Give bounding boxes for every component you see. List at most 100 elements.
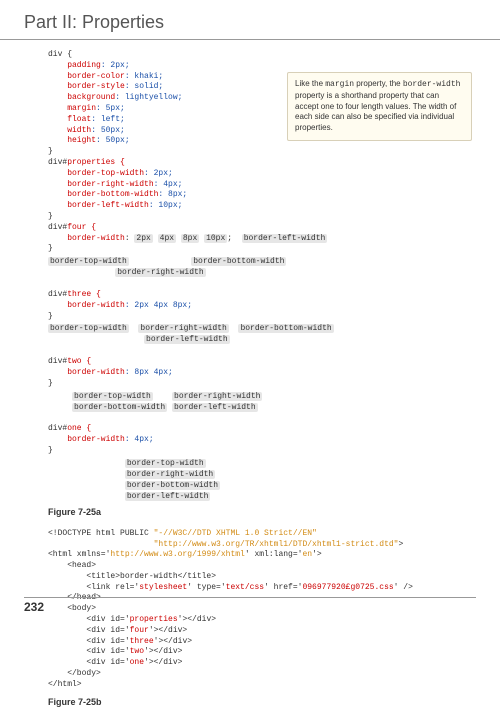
code-line: div# bbox=[48, 223, 67, 232]
code-val: : 2px 4px 8px; bbox=[125, 301, 192, 310]
code-line: ' href=' bbox=[264, 583, 302, 592]
code-line: } bbox=[48, 244, 53, 253]
code-val: : 8px; bbox=[158, 190, 187, 199]
callout-text: property is a shorthand property that ca… bbox=[295, 91, 456, 132]
label-blw: border-left-width bbox=[172, 403, 258, 412]
code-hl: 2px bbox=[134, 234, 152, 243]
figure-caption-a: Figure 7-25a bbox=[48, 507, 476, 517]
code-line: } bbox=[48, 446, 53, 455]
code-line: } bbox=[48, 312, 53, 321]
code-hl: 10px bbox=[204, 234, 227, 243]
code-val: : 50px; bbox=[96, 136, 130, 145]
code-line: <title>border-width</title> bbox=[48, 572, 216, 581]
label-row: border-right-width bbox=[48, 268, 476, 277]
code-attr: text/css bbox=[226, 583, 264, 592]
code-line: <!DOCTYPE html PUBLIC bbox=[48, 529, 154, 538]
code-prop: background bbox=[48, 93, 115, 102]
code-line: <head> bbox=[48, 561, 96, 570]
code-line: </html> bbox=[48, 680, 82, 689]
code-str: "http://www.w3.org/TR/xhtml1/DTD/xhtml1-… bbox=[154, 540, 399, 549]
label-row: border-bottom-width bbox=[48, 481, 476, 490]
label-btw: border-top-width bbox=[48, 257, 129, 266]
page-title: Part II: Properties bbox=[0, 0, 500, 40]
code-line: '></div> bbox=[154, 637, 192, 646]
code-attr: two bbox=[130, 647, 144, 656]
page-number: 232 bbox=[24, 597, 476, 614]
label-btw: border-top-width bbox=[48, 324, 129, 333]
code-hl: 4px bbox=[158, 234, 176, 243]
code-line: } bbox=[48, 379, 53, 388]
code-val: : left; bbox=[91, 115, 125, 124]
code-val: : 4px; bbox=[125, 435, 154, 444]
code-val: : 4px; bbox=[154, 180, 183, 189]
code-prop: border-width bbox=[48, 368, 125, 377]
code-attr: properties bbox=[130, 615, 178, 624]
label-row: border-top-width bbox=[48, 459, 476, 468]
code-prop: border-width bbox=[48, 301, 125, 310]
code-hl: border-left-width bbox=[242, 234, 328, 243]
code-prop: border-left-width bbox=[48, 201, 149, 210]
callout-text: Like the bbox=[295, 79, 325, 88]
code-selector: one { bbox=[67, 424, 91, 433]
code-line: div# bbox=[48, 357, 67, 366]
code-prop: padding bbox=[48, 61, 101, 70]
code-val: : 2px; bbox=[101, 61, 130, 70]
code-line: </body> bbox=[48, 669, 101, 678]
code-prop: border-width bbox=[48, 234, 125, 243]
code-val: : 10px; bbox=[149, 201, 183, 210]
code-val: : lightyellow; bbox=[115, 93, 182, 102]
code-line: <html xmlns=' bbox=[48, 550, 110, 559]
code-attr: three bbox=[130, 637, 154, 646]
code-line: <link rel=' bbox=[48, 583, 139, 592]
code-selector: properties { bbox=[67, 158, 125, 167]
code-line: <div id=' bbox=[48, 647, 130, 656]
code-line: ' xml:lang=' bbox=[245, 550, 303, 559]
code-val: : solid; bbox=[125, 82, 163, 91]
code-line: ' type=' bbox=[187, 583, 225, 592]
code-line: <div id=' bbox=[48, 658, 130, 667]
code-line: } bbox=[48, 147, 53, 156]
code-line: div# bbox=[48, 424, 67, 433]
label-row: border-bottom-width border-left-width bbox=[48, 403, 476, 412]
label-row: border-top-width border-bottom-width bbox=[48, 257, 476, 266]
label-bbw: border-bottom-width bbox=[238, 324, 333, 333]
code-line: > bbox=[398, 540, 403, 549]
label-blw: border-left-width bbox=[144, 335, 230, 344]
css-listing: div#three { border-width: 2px 4px 8px; } bbox=[48, 279, 476, 322]
label-btw: border-top-width bbox=[72, 392, 153, 401]
code-str: en bbox=[302, 550, 312, 559]
code-prop: border-style bbox=[48, 82, 125, 91]
code-prop: border-color bbox=[48, 72, 125, 81]
code-line: '></div> bbox=[149, 626, 187, 635]
code-val: : 50px; bbox=[91, 126, 125, 135]
code-prop: float bbox=[48, 115, 91, 124]
code-line: } bbox=[48, 212, 53, 221]
code-val: : 8px 4px; bbox=[125, 368, 173, 377]
label-bbw: border-bottom-width bbox=[191, 257, 286, 266]
label-row: border-top-width border-right-width bord… bbox=[48, 324, 476, 333]
label-row: border-right-width bbox=[48, 470, 476, 479]
code-str: http://www.w3.org/1999/xhtml bbox=[110, 550, 244, 559]
code-line: div# bbox=[48, 290, 67, 299]
code-attr: four bbox=[130, 626, 149, 635]
label-bbw: border-bottom-width bbox=[72, 403, 167, 412]
code-line: div { bbox=[48, 50, 72, 59]
code-line: <div id=' bbox=[48, 637, 130, 646]
code-prop: border-width bbox=[48, 435, 125, 444]
code-prop: height bbox=[48, 136, 96, 145]
code-line: div# bbox=[48, 158, 67, 167]
code-prop: margin bbox=[48, 104, 96, 113]
code-line: '> bbox=[312, 550, 322, 559]
label-brw: border-right-width bbox=[138, 324, 228, 333]
label-brw: border-right-width bbox=[125, 470, 215, 479]
css-listing: div#one { border-width: 4px; } bbox=[48, 414, 476, 457]
label-btw: border-top-width bbox=[125, 459, 206, 468]
code-line: '></div> bbox=[144, 658, 182, 667]
figure-caption-b: Figure 7-25b bbox=[48, 697, 476, 707]
code-line: '></div> bbox=[144, 647, 182, 656]
label-brw: border-right-width bbox=[115, 268, 205, 277]
code-selector: two { bbox=[67, 357, 91, 366]
code-attr: one bbox=[130, 658, 144, 667]
code-line: <div id=' bbox=[48, 626, 130, 635]
code-prop: border-right-width bbox=[48, 180, 154, 189]
